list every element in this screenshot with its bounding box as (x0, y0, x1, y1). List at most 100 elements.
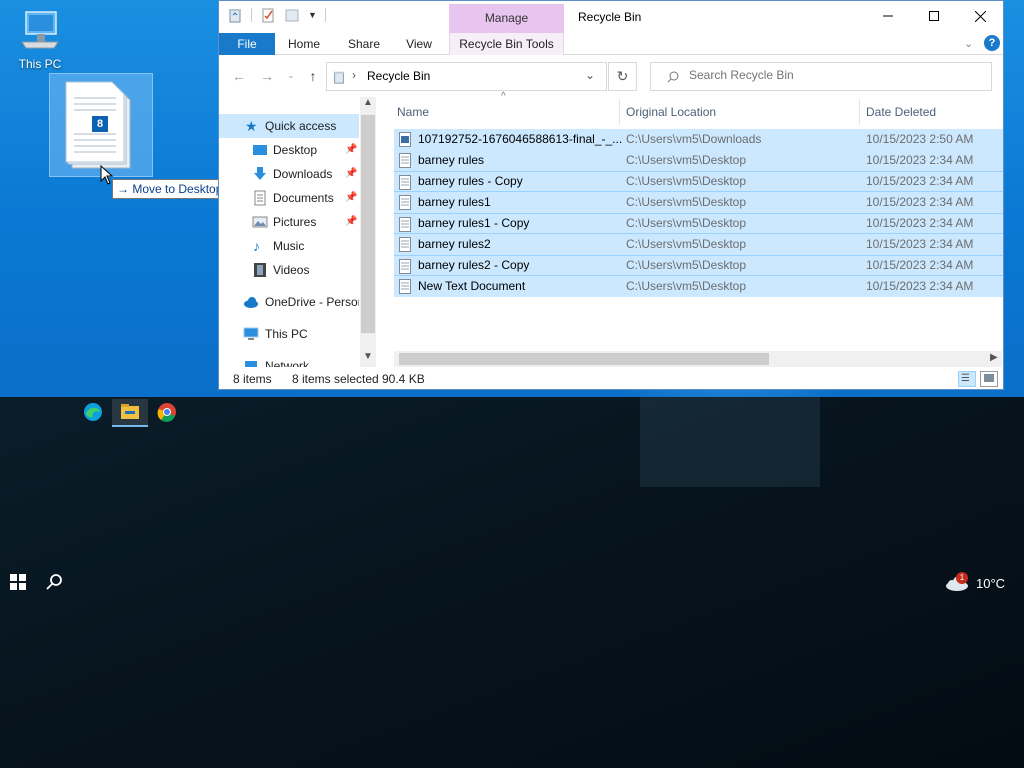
details-view-button[interactable]: ☰ (958, 371, 976, 387)
maximize-icon (929, 11, 939, 21)
tab-recycle-bin-tools[interactable]: Recycle Bin Tools (449, 33, 564, 55)
properties-icon[interactable] (260, 7, 276, 23)
minimize-icon (883, 15, 893, 17)
arrow-right-icon: → (117, 182, 129, 196)
sidebar-item-quick-access[interactable]: ★ Quick access (219, 114, 359, 138)
column-header-name[interactable]: Name (397, 99, 429, 125)
sort-ascending-icon: ^ (501, 91, 506, 102)
file-name: barney rules2 (418, 237, 491, 251)
original-location: C:\Users\vm5\Desktop (626, 195, 747, 209)
sidebar-item-music[interactable]: ♪ Music (219, 234, 359, 258)
chevron-right-icon[interactable]: ▶ (990, 352, 998, 363)
recycle-bin-small-icon (229, 9, 241, 23)
column-divider[interactable] (619, 99, 620, 125)
tab-home[interactable]: Home (279, 33, 329, 55)
search-box[interactable] (650, 62, 992, 91)
file-list-horizontal-scrollbar[interactable]: ▶ (394, 351, 1002, 367)
tab-share[interactable]: Share (339, 33, 389, 55)
desktop-icon-this-pc[interactable]: This PC (12, 8, 68, 71)
network-icon (245, 361, 257, 367)
search-input[interactable] (689, 68, 979, 82)
chevron-down-icon[interactable]: ▼ (363, 351, 373, 362)
date-deleted: 10/15/2023 2:34 AM (866, 237, 974, 251)
sidebar-item-label: This PC (265, 327, 308, 341)
sidebar-item-label: Desktop (273, 143, 318, 157)
minimize-button[interactable] (865, 1, 911, 31)
scrollbar-thumb[interactable] (361, 115, 375, 333)
chrome-icon[interactable] (155, 400, 179, 424)
maximize-button[interactable] (911, 1, 957, 31)
sidebar-item-network[interactable]: Network (219, 354, 359, 367)
music-note-icon: ♪ (253, 238, 260, 254)
navigation-pane: ★ Quick access Desktop 📌 Downloads 📌 Doc… (219, 97, 376, 367)
close-icon (974, 10, 986, 22)
sidebar-item-this-pc[interactable]: This PC (219, 322, 359, 346)
sidebar-item-label: Pictures (273, 215, 317, 229)
wallpaper-light-beam (640, 397, 820, 487)
original-location: C:\Users\vm5\Desktop (626, 237, 747, 251)
close-button[interactable] (957, 1, 1003, 31)
original-location: C:\Users\vm5\Desktop (626, 258, 747, 272)
tab-file[interactable]: File (219, 33, 275, 55)
list-item[interactable]: New Text Document C:\Users\vm5\Desktop 1… (394, 276, 1003, 297)
sidebar-item-label: Quick access (265, 119, 337, 133)
address-bar[interactable]: › Recycle Bin ⌄ (326, 62, 607, 91)
this-pc-icon (21, 11, 59, 49)
up-button[interactable]: ↑ (303, 66, 323, 86)
refresh-button[interactable]: ↻ (608, 62, 637, 91)
file-name: 107192752-1676046588613-final_-_... (418, 132, 623, 146)
help-icon[interactable]: ? (984, 35, 1000, 51)
sidebar-item-pictures[interactable]: Pictures 📌 (219, 210, 359, 234)
pin-icon[interactable]: 📌 (345, 162, 357, 186)
sidebar-item-documents[interactable]: Documents 📌 (219, 186, 359, 210)
arrow-right-icon: → (260, 68, 274, 84)
list-item[interactable]: barney rules2 - Copy C:\Users\vm5\Deskto… (394, 255, 1003, 276)
pin-icon[interactable]: 📌 (345, 210, 357, 234)
navigation-scrollbar[interactable]: ▲ ▼ (360, 97, 376, 367)
list-item[interactable]: barney rules1 C:\Users\vm5\Desktop 10/15… (394, 192, 1003, 213)
address-row: ← → ⌄ ↑ › Recycle Bin ⌄ ↻ (219, 56, 1003, 96)
chevron-up-icon[interactable]: ▲ (363, 97, 373, 108)
sidebar-item-downloads[interactable]: Downloads 📌 (219, 162, 359, 186)
edge-icon[interactable] (81, 400, 105, 424)
sidebar-item-videos[interactable]: Videos (219, 258, 359, 282)
customize-qat-chevron-icon[interactable]: ▼ (308, 10, 317, 20)
large-icons-view-button[interactable] (980, 371, 998, 387)
back-button[interactable]: ← (229, 66, 249, 86)
tab-view[interactable]: View (395, 33, 443, 55)
breadcrumb-chevron-icon[interactable]: › (352, 68, 356, 82)
file-name: barney rules2 - Copy (418, 258, 530, 272)
pin-icon[interactable]: 📌 (345, 186, 357, 210)
address-dropdown-icon[interactable]: ⌄ (585, 68, 595, 82)
list-item[interactable]: barney rules1 - Copy C:\Users\vm5\Deskto… (394, 213, 1003, 234)
documents-icon (254, 190, 266, 206)
expand-ribbon-chevron-icon[interactable]: ⌄ (964, 37, 973, 50)
column-header-original-location[interactable]: Original Location (626, 99, 716, 125)
search-icon[interactable] (46, 573, 64, 591)
window-title: Recycle Bin (578, 10, 642, 24)
list-item[interactable]: barney rules - Copy C:\Users\vm5\Desktop… (394, 171, 1003, 192)
original-location: C:\Users\vm5\Desktop (626, 153, 747, 167)
list-item[interactable]: barney rules2 C:\Users\vm5\Desktop 10/15… (394, 234, 1003, 255)
pin-icon[interactable]: 📌 (345, 138, 357, 162)
scrollbar-thumb[interactable] (399, 353, 769, 365)
file-explorer-icon[interactable] (118, 400, 142, 424)
weather-widget[interactable]: 1 10°C (942, 572, 1022, 594)
forward-button[interactable]: → (257, 66, 277, 86)
sidebar-item-label: Network (265, 359, 310, 367)
manage-context-tab[interactable]: Manage (449, 4, 564, 33)
column-header-date-deleted[interactable]: Date Deleted (866, 99, 936, 125)
list-item[interactable]: 107192752-1676046588613-final_-_... C:\U… (394, 129, 1003, 150)
column-divider[interactable] (859, 99, 860, 125)
windows-start-icon[interactable] (10, 574, 26, 590)
new-folder-icon[interactable] (284, 7, 300, 23)
notification-badge: 1 (956, 572, 968, 584)
file-name: New Text Document (418, 279, 526, 293)
sidebar-item-onedrive[interactable]: OneDrive - Persor (219, 290, 359, 314)
recent-locations-button[interactable]: ⌄ (281, 66, 301, 86)
original-location: C:\Users\vm5\Desktop (626, 279, 747, 293)
sidebar-item-desktop[interactable]: Desktop 📌 (219, 138, 359, 162)
mouse-cursor-icon (100, 165, 114, 185)
drag-count-badge: 8 (92, 116, 108, 132)
list-item[interactable]: barney rules C:\Users\vm5\Desktop 10/15/… (394, 150, 1003, 171)
